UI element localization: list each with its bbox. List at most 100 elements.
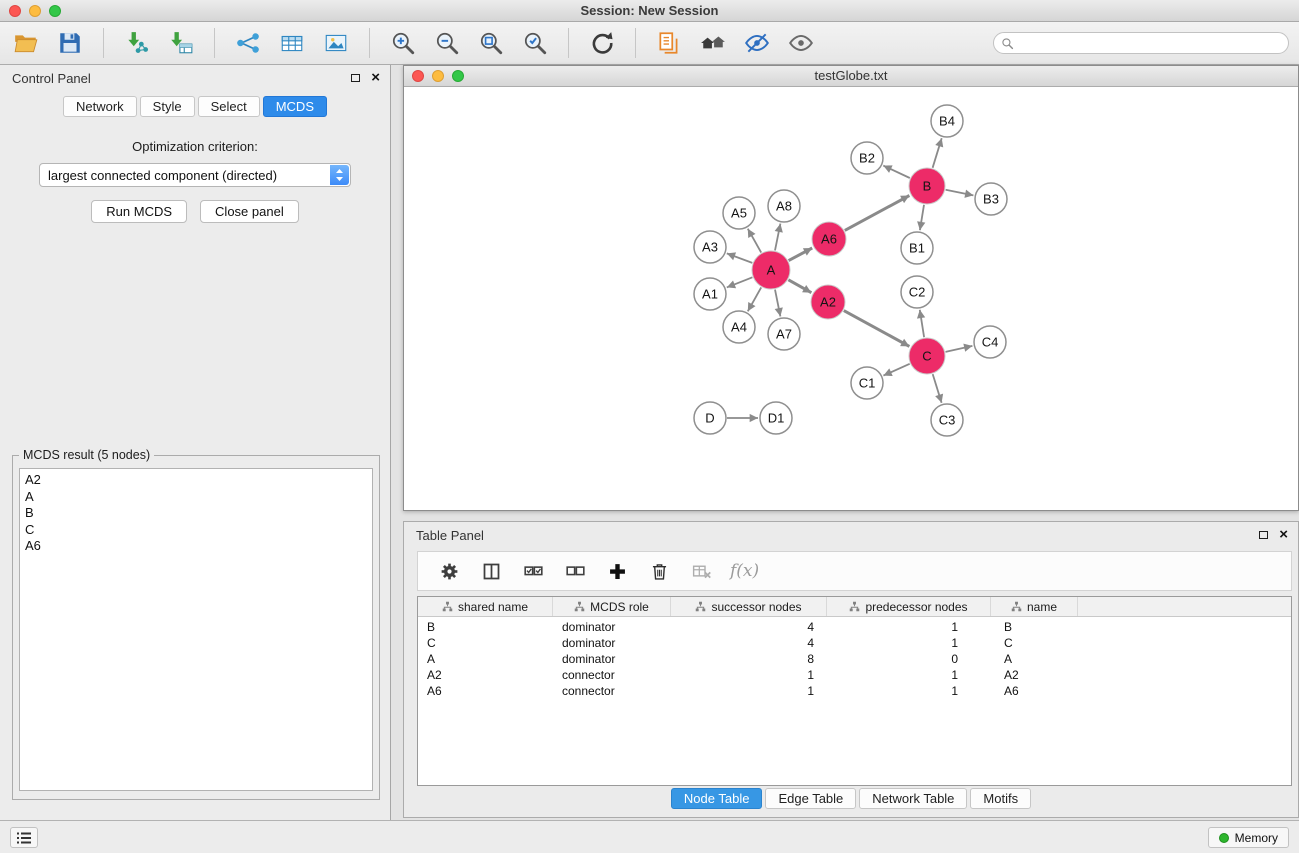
edge-A-A4[interactable] — [748, 287, 761, 311]
zoom-window-button[interactable] — [49, 5, 61, 17]
column-header-2[interactable]: successor nodes — [671, 597, 827, 616]
save-session-button[interactable] — [52, 25, 88, 61]
minimize-window-button[interactable] — [29, 5, 41, 17]
tab-motifs[interactable]: Motifs — [970, 788, 1031, 809]
add-row-button[interactable] — [604, 558, 630, 584]
node-C1[interactable]: C1 — [851, 367, 883, 399]
list-item[interactable]: A6 — [20, 538, 372, 555]
copy-network-view-button[interactable] — [651, 25, 687, 61]
edge-A-A2[interactable] — [788, 280, 811, 293]
deselect-all-rows-button[interactable] — [562, 558, 588, 584]
node-A2[interactable]: A2 — [811, 285, 845, 319]
tab-node-table[interactable]: Node Table — [671, 788, 763, 809]
memory-button[interactable]: Memory — [1208, 827, 1289, 848]
apply-layout-button[interactable] — [584, 25, 620, 61]
node-C[interactable]: C — [909, 338, 945, 374]
tab-network-table[interactable]: Network Table — [859, 788, 967, 809]
edge-A-A3[interactable] — [727, 253, 753, 263]
node-A8[interactable]: A8 — [768, 190, 800, 222]
tab-edge-table[interactable]: Edge Table — [765, 788, 856, 809]
table-row[interactable]: A6connector11A6 — [418, 684, 1291, 700]
list-item[interactable]: A — [20, 489, 372, 506]
column-header-3[interactable]: predecessor nodes — [827, 597, 991, 616]
task-history-button[interactable] — [10, 827, 38, 848]
edge-A-A7[interactable] — [775, 290, 780, 317]
edge-B-B4[interactable] — [933, 138, 942, 168]
function-builder-button[interactable]: f(x) — [730, 561, 759, 581]
node-C3[interactable]: C3 — [931, 404, 963, 436]
edge-A6-B[interactable] — [845, 196, 910, 231]
table-settings-button[interactable] — [436, 558, 462, 584]
node-B1[interactable]: B1 — [901, 232, 933, 264]
delete-rows-button[interactable] — [646, 558, 672, 584]
float-icon[interactable] — [351, 74, 360, 82]
node-B2[interactable]: B2 — [851, 142, 883, 174]
show-hidden-button[interactable] — [783, 25, 819, 61]
first-neighbors-button[interactable] — [695, 25, 731, 61]
node-A6[interactable]: A6 — [812, 222, 846, 256]
show-columns-button[interactable] — [478, 558, 504, 584]
node-C2[interactable]: C2 — [901, 276, 933, 308]
table-row[interactable]: A2connector11A2 — [418, 668, 1291, 684]
node-A3[interactable]: A3 — [694, 231, 726, 263]
network-canvas[interactable]: B4B2BB3A8A5A6A3B1AC2A1A2A4A7C4CC1C3DD1 — [404, 87, 1298, 510]
edge-A-A8[interactable] — [775, 224, 780, 251]
import-network-button[interactable] — [119, 25, 155, 61]
close-window-button[interactable] — [9, 5, 21, 17]
edge-A-A6[interactable] — [789, 248, 813, 261]
table-row[interactable]: Adominator80A — [418, 652, 1291, 668]
node-D[interactable]: D — [694, 402, 726, 434]
open-file-button[interactable] — [8, 25, 44, 61]
node-C4[interactable]: C4 — [974, 326, 1006, 358]
edge-A-A1[interactable] — [727, 277, 753, 287]
export-image-button[interactable] — [318, 25, 354, 61]
run-mcds-button[interactable]: Run MCDS — [91, 200, 187, 223]
search-box[interactable] — [993, 32, 1289, 54]
node-B4[interactable]: B4 — [931, 105, 963, 137]
delete-table-button[interactable] — [688, 558, 714, 584]
close-panel-button[interactable]: Close panel — [200, 200, 299, 223]
tab-network[interactable]: Network — [63, 96, 137, 117]
edge-B-B1[interactable] — [920, 205, 924, 230]
column-header-4[interactable]: name — [991, 597, 1078, 616]
close-icon[interactable]: × — [1279, 529, 1288, 541]
tab-select[interactable]: Select — [198, 96, 260, 117]
node-A7[interactable]: A7 — [768, 318, 800, 350]
node-B[interactable]: B — [909, 168, 945, 204]
node-A1[interactable]: A1 — [694, 278, 726, 310]
node-A[interactable]: A — [752, 251, 790, 289]
new-network-button[interactable] — [230, 25, 266, 61]
edge-B-B3[interactable] — [946, 190, 974, 196]
zoom-fit-button[interactable] — [473, 25, 509, 61]
zoom-in-button[interactable] — [385, 25, 421, 61]
mcds-result-list[interactable]: A2ABCA6 — [19, 468, 373, 791]
table-row[interactable]: Bdominator41B — [418, 620, 1291, 636]
list-item[interactable]: B — [20, 505, 372, 522]
close-icon[interactable]: × — [371, 72, 380, 84]
new-network-table-button[interactable] — [274, 25, 310, 61]
zoom-selected-button[interactable] — [517, 25, 553, 61]
edge-A-A5[interactable] — [748, 229, 761, 253]
network-graph[interactable]: B4B2BB3A8A5A6A3B1AC2A1A2A4A7C4CC1C3DD1 — [404, 87, 1298, 510]
edge-C-C4[interactable] — [946, 346, 973, 352]
node-A5[interactable]: A5 — [723, 197, 755, 229]
zoom-window-button[interactable] — [452, 70, 464, 82]
edge-B-B2[interactable] — [883, 166, 910, 178]
tab-style[interactable]: Style — [140, 96, 195, 117]
select-all-rows-button[interactable] — [520, 558, 546, 584]
list-item[interactable]: A2 — [20, 472, 372, 489]
hide-selected-button[interactable] — [739, 25, 775, 61]
float-icon[interactable] — [1259, 531, 1268, 539]
edge-C-C1[interactable] — [883, 364, 909, 376]
column-header-0[interactable]: shared name — [418, 597, 553, 616]
edge-C-C3[interactable] — [933, 374, 942, 403]
node-D1[interactable]: D1 — [760, 402, 792, 434]
table-row[interactable]: Cdominator41C — [418, 636, 1291, 652]
edge-C-C2[interactable] — [920, 310, 924, 337]
node-A4[interactable]: A4 — [723, 311, 755, 343]
search-input[interactable] — [1018, 34, 1288, 52]
tab-mcds[interactable]: MCDS — [263, 96, 327, 117]
import-table-button[interactable] — [163, 25, 199, 61]
column-header-1[interactable]: MCDS role — [553, 597, 671, 616]
close-window-button[interactable] — [412, 70, 424, 82]
